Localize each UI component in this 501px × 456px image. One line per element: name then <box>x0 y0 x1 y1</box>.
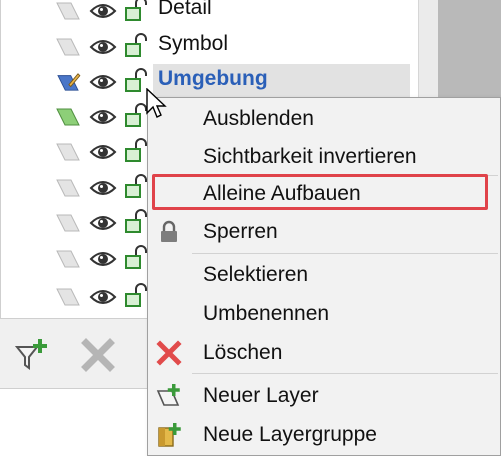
menu-item-label: Neuer Layer <box>203 384 319 407</box>
delete-icon[interactable] <box>80 337 116 373</box>
unlocked-icon[interactable] <box>124 138 148 164</box>
menu-item-ausblenden[interactable]: Ausblenden <box>148 100 500 138</box>
layer-type-swatch-icon <box>56 214 80 232</box>
eye-icon[interactable] <box>89 213 117 233</box>
menu-item-label: Selektieren <box>203 263 309 286</box>
menu-item-selektieren[interactable]: Selektieren <box>148 256 500 294</box>
layer-row-symbol[interactable]: Symbol <box>1 29 419 65</box>
layer-type-swatch-icon <box>56 108 80 126</box>
menu-item-sperren[interactable]: Sperren <box>148 213 500 251</box>
layer-toolbar <box>0 318 148 388</box>
menu-item-loeschen[interactable]: Löschen <box>148 334 500 372</box>
properties-panel <box>0 388 148 456</box>
layer-context-menu: Ausblenden Sichtbarkeit invertieren Alle… <box>147 97 501 456</box>
eye-icon[interactable] <box>89 1 117 21</box>
menu-item-label: Sichtbarkeit invertieren <box>203 145 417 168</box>
eye-icon[interactable] <box>89 37 117 57</box>
unlocked-icon[interactable] <box>124 103 148 129</box>
layer-name: Symbol <box>158 32 229 55</box>
new-layer-icon <box>156 384 180 406</box>
unlocked-icon[interactable] <box>124 0 148 23</box>
highlight-annotation <box>152 174 488 210</box>
menu-item-sichtbarkeit-invertieren[interactable]: Sichtbarkeit invertieren <box>148 138 500 176</box>
eye-icon[interactable] <box>89 178 117 198</box>
new-layer-group-icon <box>158 423 181 447</box>
layer-name: Detail <box>158 0 212 19</box>
menu-item-label: Löschen <box>203 341 283 364</box>
layer-type-swatch-icon <box>56 2 80 20</box>
layer-edit-swatch-icon <box>57 73 81 91</box>
unlocked-icon[interactable] <box>124 68 148 94</box>
menu-item-neue-layergruppe[interactable]: Neue Layergruppe <box>148 416 500 454</box>
layer-type-swatch-icon <box>56 143 80 161</box>
unlocked-icon[interactable] <box>124 283 148 309</box>
lock-icon <box>161 220 177 242</box>
unlocked-icon[interactable] <box>124 174 148 200</box>
layer-type-swatch-icon <box>56 38 80 56</box>
menu-item-umbenennen[interactable]: Umbenennen <box>148 295 500 333</box>
unlocked-icon[interactable] <box>124 33 148 59</box>
layer-row-umgebung[interactable]: Umgebung <box>1 64 419 100</box>
layer-row-detail[interactable]: Detail <box>1 0 419 29</box>
eye-icon[interactable] <box>89 287 117 307</box>
menu-separator <box>192 253 498 254</box>
layer-name: Umgebung <box>158 67 268 90</box>
menu-item-label: Ausblenden <box>203 107 314 130</box>
filter-add-icon[interactable] <box>14 337 50 373</box>
unlocked-icon[interactable] <box>124 245 148 271</box>
unlocked-icon[interactable] <box>124 209 148 235</box>
eye-icon[interactable] <box>89 107 117 127</box>
mouse-cursor-icon <box>146 88 167 118</box>
eye-icon[interactable] <box>89 249 117 269</box>
menu-item-neuer-layer[interactable]: Neuer Layer <box>148 377 500 415</box>
layer-type-swatch-icon <box>56 179 80 197</box>
menu-item-label: Umbenennen <box>203 302 330 325</box>
menu-separator <box>192 373 498 374</box>
menu-item-label: Neue Layergruppe <box>203 423 377 446</box>
eye-icon[interactable] <box>89 142 117 162</box>
layer-type-swatch-icon <box>56 288 80 306</box>
layer-type-swatch-icon <box>56 250 80 268</box>
delete-icon <box>156 340 182 366</box>
menu-item-label: Sperren <box>203 220 278 243</box>
eye-icon[interactable] <box>89 72 117 92</box>
